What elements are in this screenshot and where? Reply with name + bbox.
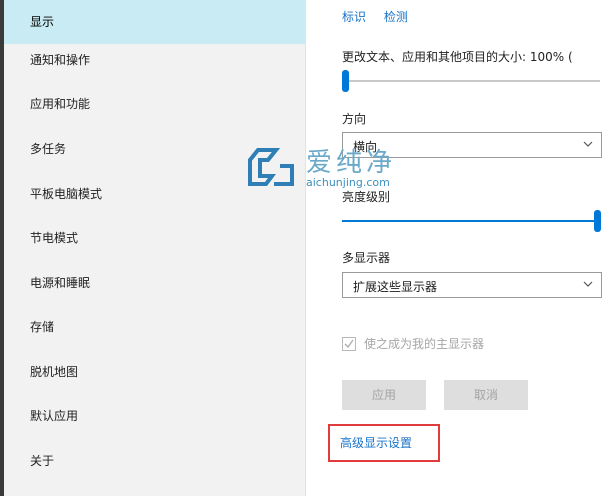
identify-link[interactable]: 标识 bbox=[342, 10, 366, 24]
nav-item-offline-maps[interactable]: 脱机地图 bbox=[4, 350, 305, 394]
nav-item-about[interactable]: 关于 bbox=[4, 439, 305, 483]
main-display-checkbox-label: 使之成为我的主显示器 bbox=[364, 337, 485, 351]
main-display-checkbox-row: 使之成为我的主显示器 bbox=[342, 335, 484, 352]
brightness-label: 亮度级别 bbox=[342, 190, 391, 204]
settings-nav: 显示 通知和操作 应用和功能 多任务 平板电脑模式 节电模式 电源和睡眠 存储 … bbox=[0, 0, 306, 496]
orientation-select[interactable]: 横向 bbox=[342, 132, 602, 158]
orientation-label: 方向 bbox=[342, 112, 367, 126]
multi-display-value: 扩展这些显示器 bbox=[353, 280, 438, 294]
scale-label: 更改文本、应用和其他项目的大小: 100% ( bbox=[342, 50, 573, 64]
orientation-value: 横向 bbox=[353, 140, 378, 154]
display-links: 标识 检测 bbox=[342, 8, 422, 25]
multi-display-label: 多显示器 bbox=[342, 251, 391, 265]
chevron-down-icon bbox=[583, 281, 593, 287]
scale-slider-thumb[interactable] bbox=[342, 70, 349, 92]
chevron-down-icon bbox=[583, 141, 593, 147]
cancel-button[interactable]: 取消 bbox=[444, 380, 528, 410]
scale-slider-track bbox=[342, 80, 600, 82]
apply-button[interactable]: 应用 bbox=[342, 380, 426, 410]
advanced-display-settings-link[interactable]: 高级显示设置 bbox=[328, 424, 440, 462]
multi-display-select[interactable]: 扩展这些显示器 bbox=[342, 272, 602, 298]
nav-item-notifications[interactable]: 通知和操作 bbox=[4, 38, 305, 82]
checkmark-icon bbox=[344, 339, 354, 348]
nav-item-apps-features[interactable]: 应用和功能 bbox=[4, 82, 305, 126]
nav-item-tablet-mode[interactable]: 平板电脑模式 bbox=[4, 172, 305, 216]
nav-item-default-apps[interactable]: 默认应用 bbox=[4, 394, 305, 438]
nav-item-battery-saver[interactable]: 节电模式 bbox=[4, 216, 305, 260]
brightness-slider-thumb[interactable] bbox=[594, 210, 601, 232]
main-display-checkbox[interactable] bbox=[342, 336, 356, 351]
nav-item-storage[interactable]: 存储 bbox=[4, 305, 305, 349]
display-settings-pane: 标识 检测 更改文本、应用和其他项目的大小: 100% ( 方向 横向 亮度级别… bbox=[306, 0, 603, 496]
nav-item-power-sleep[interactable]: 电源和睡眠 bbox=[4, 261, 305, 305]
brightness-slider-track bbox=[342, 220, 598, 222]
nav-item-multitasking[interactable]: 多任务 bbox=[4, 127, 305, 171]
detect-link[interactable]: 检测 bbox=[384, 10, 408, 24]
